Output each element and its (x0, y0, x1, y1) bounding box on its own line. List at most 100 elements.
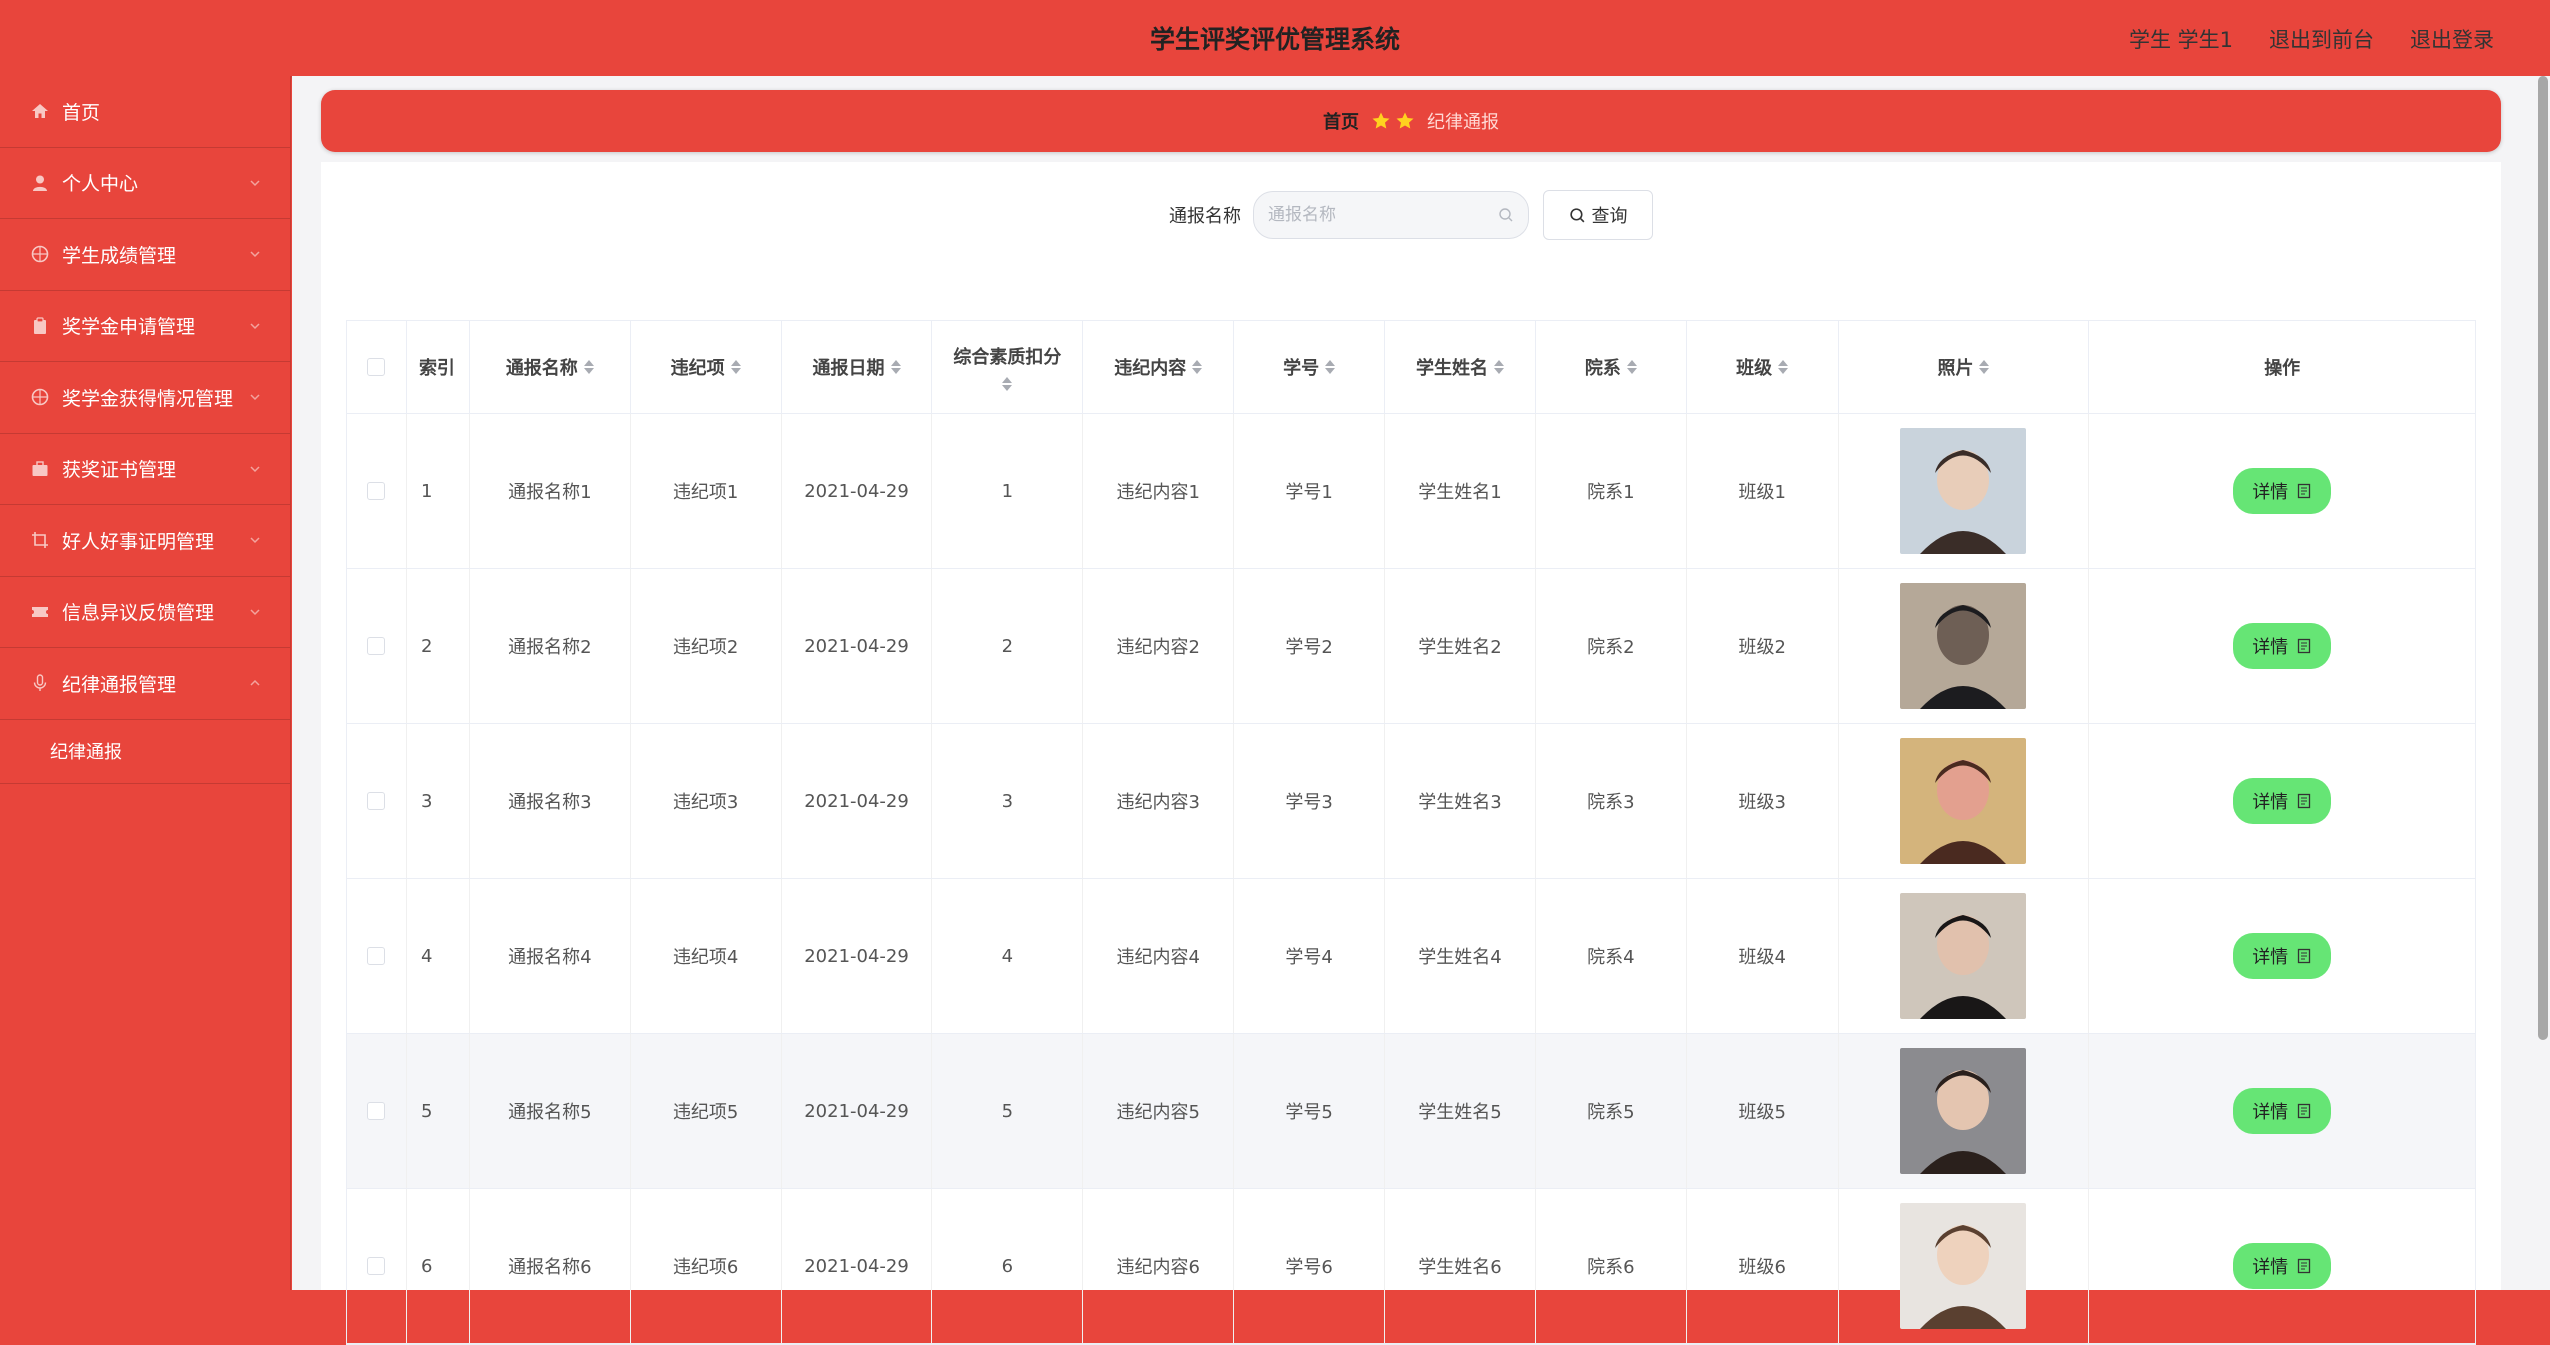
sidebar-item-label: 信息异议反馈管理 (62, 602, 215, 625)
cell-sname: 学生姓名6 (1385, 1189, 1536, 1343)
sidebar-item-label: 好人好事证明管理 (62, 530, 215, 553)
student-photo[interactable] (1900, 1048, 2027, 1174)
detail-button[interactable]: 详情 (2233, 778, 2332, 824)
sort-icon (1979, 360, 1990, 374)
col-score[interactable]: 综合素质扣分 (932, 321, 1084, 413)
row-checkbox[interactable] (367, 482, 386, 500)
detail-button-label: 详情 (2252, 1257, 2289, 1278)
detail-button-label: 详情 (2252, 947, 2289, 968)
cell-score: 6 (932, 1189, 1084, 1343)
row-checkbox[interactable] (367, 947, 386, 965)
sidebar-item-scholarship-apply[interactable]: 奖学金申请管理 (0, 291, 290, 362)
cell-index: 2 (407, 569, 470, 723)
cell-cls: 班级6 (1687, 1189, 1839, 1343)
row-checkbox[interactable] (367, 1102, 386, 1120)
student-photo[interactable] (1900, 1203, 2027, 1329)
sidebar-item-label: 纪律通报管理 (62, 673, 177, 696)
cell-index: 1 (407, 414, 470, 568)
chevron-up-icon (250, 679, 260, 686)
crop-icon (30, 530, 50, 550)
cell-sid: 学号6 (1234, 1189, 1386, 1343)
sidebar-item-discipline[interactable]: 纪律通报管理 (0, 648, 290, 720)
sidebar-item-label: 个人中心 (62, 173, 139, 196)
breadcrumb: 首页 纪律通报 (321, 90, 2501, 152)
cell-content: 违纪内容2 (1083, 569, 1235, 723)
table-row: 4 通报名称4 违纪项4 2021-04-29 4 违纪内容4 学号4 学生姓名4 院系4 班级4… (347, 879, 2475, 1034)
sidebar-item-home[interactable]: 首页 (0, 76, 290, 148)
search-icon (1499, 208, 1513, 222)
col-label: 班级 (1736, 358, 1773, 379)
user-links: 学生 学生1 退出到前台 退出登录 (2129, 24, 2494, 54)
cell-name: 通报名称4 (470, 879, 631, 1033)
student-photo[interactable] (1900, 583, 2027, 709)
row-checkbox[interactable] (367, 1257, 386, 1275)
search-input[interactable] (1268, 205, 1498, 225)
row-select-cell (347, 1034, 407, 1188)
col-label: 综合素质扣分 (953, 347, 1062, 368)
main-area: 首页 纪律通报 通报名称 查询 索引 通报名称 违纪项 通报日期 (292, 76, 2550, 1345)
cell-score: 5 (932, 1034, 1084, 1188)
col-department[interactable]: 院系 (1536, 321, 1687, 413)
back-to-front-link[interactable]: 退出到前台 (2269, 24, 2374, 54)
cell-content: 违纪内容6 (1083, 1189, 1235, 1343)
col-photo[interactable]: 照片 (1839, 321, 2090, 413)
col-content[interactable]: 违纪内容 (1083, 321, 1235, 413)
query-button[interactable]: 查询 (1543, 190, 1653, 240)
page-scrollbar[interactable] (2538, 76, 2548, 1040)
table-row: 1 通报名称1 违纪项1 2021-04-29 1 违纪内容1 学号1 学生姓名1 院系1 班级1… (347, 414, 2475, 569)
document-icon (2298, 948, 2311, 964)
cell-action: 详情 (2089, 414, 2475, 568)
cell-index: 3 (407, 724, 470, 878)
breadcrumb-home[interactable]: 首页 (1323, 108, 1359, 134)
col-item[interactable]: 违纪项 (631, 321, 782, 413)
sidebar-item-personal[interactable]: 个人中心 (0, 148, 290, 219)
sidebar-item-good-deeds[interactable]: 好人好事证明管理 (0, 505, 290, 577)
col-label: 通报名称 (505, 358, 578, 379)
cell-photo (1839, 414, 2090, 568)
detail-button[interactable]: 详情 (2233, 1243, 2332, 1289)
sidebar-subitem-discipline-notice[interactable]: 纪律通报 (0, 720, 290, 784)
cell-cls: 班级5 (1687, 1034, 1839, 1188)
cell-sid: 学号4 (1234, 879, 1386, 1033)
user-icon (30, 173, 50, 193)
col-student-name[interactable]: 学生姓名 (1385, 321, 1536, 413)
row-checkbox[interactable] (367, 637, 386, 655)
cell-index: 6 (407, 1189, 470, 1343)
col-date[interactable]: 通报日期 (782, 321, 933, 413)
row-select-cell (347, 879, 407, 1033)
col-class[interactable]: 班级 (1687, 321, 1839, 413)
basketball-icon (30, 387, 50, 407)
logout-link[interactable]: 退出登录 (2410, 24, 2494, 54)
row-select-cell (347, 724, 407, 878)
detail-button[interactable]: 详情 (2233, 1088, 2332, 1134)
select-all-cell (347, 321, 407, 413)
sidebar-item-label: 奖学金获得情况管理 (62, 387, 234, 410)
detail-button[interactable]: 详情 (2233, 623, 2332, 669)
sidebar-item-grades[interactable]: 学生成绩管理 (0, 219, 290, 291)
student-photo[interactable] (1900, 428, 2027, 554)
detail-button[interactable]: 详情 (2233, 933, 2332, 979)
row-checkbox[interactable] (367, 792, 386, 810)
sort-icon (1626, 360, 1637, 374)
student-photo[interactable] (1900, 893, 2027, 1019)
cell-date: 2021-04-29 (782, 414, 933, 568)
chevron-down-icon (250, 251, 260, 258)
sidebar-item-certificates[interactable]: 获奖证书管理 (0, 434, 290, 505)
table-header: 索引 通报名称 违纪项 通报日期 综合素质扣分 违纪内容 学号 学生姓名 院系 … (347, 321, 2475, 414)
cell-action: 详情 (2089, 724, 2475, 878)
student-photo[interactable] (1900, 738, 2027, 864)
col-name[interactable]: 通报名称 (470, 321, 631, 413)
col-student-id[interactable]: 学号 (1234, 321, 1386, 413)
clipboard-icon (30, 316, 50, 336)
sidebar-item-label: 奖学金申请管理 (62, 316, 196, 339)
cell-name: 通报名称5 (470, 1034, 631, 1188)
cell-cls: 班级2 (1687, 569, 1839, 723)
row-select-cell (347, 1189, 407, 1343)
cell-action: 详情 (2089, 569, 2475, 723)
select-all-checkbox[interactable] (367, 358, 386, 376)
user-name[interactable]: 学生 学生1 (2129, 24, 2233, 54)
sidebar-item-feedback[interactable]: 信息异议反馈管理 (0, 577, 290, 648)
detail-button[interactable]: 详情 (2233, 468, 2332, 514)
detail-button-label: 详情 (2252, 792, 2289, 813)
sidebar-item-scholarship-status[interactable]: 奖学金获得情况管理 (0, 362, 290, 434)
